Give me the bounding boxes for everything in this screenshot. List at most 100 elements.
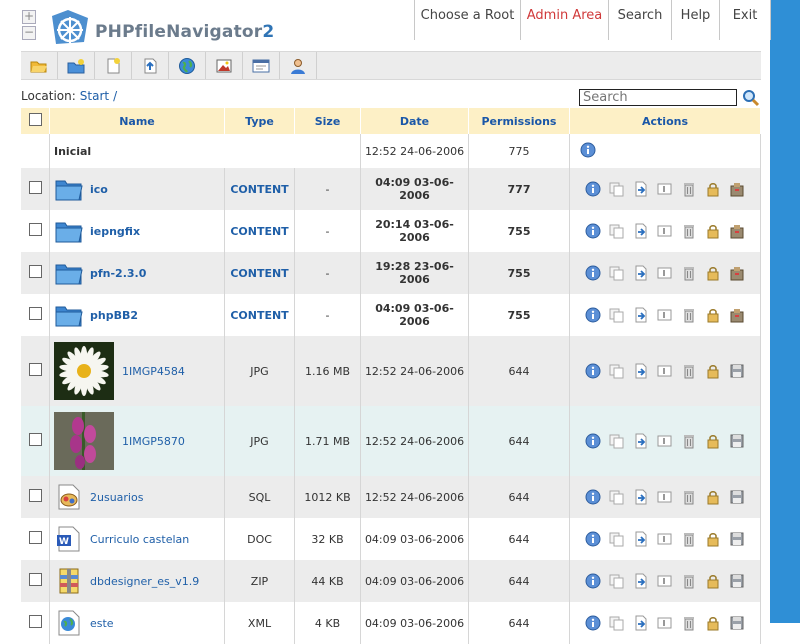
- move-icon[interactable]: [633, 615, 649, 631]
- info-icon[interactable]: [585, 531, 601, 547]
- row-checkbox[interactable]: [28, 223, 42, 236]
- table-row[interactable]: pfn-2.3.0 CONTENT -19:28 23-06-2006 755: [21, 252, 761, 294]
- rename-icon[interactable]: [657, 363, 673, 379]
- folder-icon[interactable]: [54, 175, 90, 203]
- save-icon[interactable]: [729, 531, 745, 547]
- lock-icon[interactable]: [705, 223, 721, 239]
- copy-icon[interactable]: [609, 531, 625, 547]
- file-permissions[interactable]: 755: [468, 294, 570, 336]
- file-name[interactable]: 2usuarios: [90, 491, 143, 504]
- info-icon[interactable]: [585, 363, 601, 379]
- info-icon[interactable]: [585, 181, 601, 197]
- delete-icon[interactable]: [681, 181, 697, 197]
- file-permissions[interactable]: 755: [468, 252, 570, 294]
- info-icon[interactable]: [585, 489, 601, 505]
- info-icon[interactable]: [585, 433, 601, 449]
- move-icon[interactable]: [633, 433, 649, 449]
- file-name[interactable]: Curriculo castelan: [90, 533, 189, 546]
- move-icon[interactable]: [633, 223, 649, 239]
- select-all-checkbox[interactable]: [28, 113, 42, 126]
- rename-icon[interactable]: [657, 223, 673, 239]
- compress-icon[interactable]: [729, 265, 745, 281]
- image-thumbnail[interactable]: [54, 342, 122, 400]
- delete-icon[interactable]: [681, 531, 697, 547]
- info-icon[interactable]: [585, 615, 601, 631]
- file-name[interactable]: dbdesigner_es_v1.9: [90, 575, 199, 588]
- rename-icon[interactable]: [657, 265, 673, 281]
- rename-icon[interactable]: [657, 433, 673, 449]
- file-name-cell[interactable]: pfn-2.3.0: [49, 252, 225, 294]
- table-row[interactable]: W Curriculo castelan DOC 32 KB 04:09 03-06-2…: [21, 518, 761, 560]
- zoom-in-button[interactable]: +: [22, 10, 36, 24]
- file-name-cell[interactable]: W Curriculo castelan: [49, 518, 225, 560]
- file-name-cell[interactable]: 1IMGP4584: [49, 336, 225, 406]
- nav-admin-area[interactable]: Admin Area: [520, 0, 608, 40]
- rename-icon[interactable]: [657, 307, 673, 323]
- table-row[interactable]: 2usuarios SQL 1012 KB 12:52 24-06-2006 644: [21, 476, 761, 518]
- sql-file-icon[interactable]: [54, 482, 90, 512]
- row-checkbox[interactable]: [28, 531, 42, 544]
- file-permissions[interactable]: 644: [468, 476, 570, 518]
- user-button[interactable]: [280, 52, 317, 79]
- header-type[interactable]: Type: [224, 108, 295, 134]
- row-checkbox[interactable]: [28, 363, 42, 376]
- row-checkbox[interactable]: [28, 265, 42, 278]
- file-name[interactable]: iepngfix: [90, 225, 140, 238]
- lock-icon[interactable]: [705, 433, 721, 449]
- move-icon[interactable]: [633, 363, 649, 379]
- move-icon[interactable]: [633, 489, 649, 505]
- table-row[interactable]: 1IMGP4584 JPG 1.16 MB 12:52 24-06-2006 644: [21, 336, 761, 406]
- zip-file-icon[interactable]: [54, 566, 90, 596]
- file-name[interactable]: pfn-2.3.0: [90, 267, 146, 280]
- file-permissions[interactable]: 777: [468, 168, 570, 210]
- table-row[interactable]: phpBB2 CONTENT -04:09 03-06-2006 755: [21, 294, 761, 336]
- copy-icon[interactable]: [609, 489, 625, 505]
- row-checkbox[interactable]: [28, 433, 42, 446]
- copy-icon[interactable]: [609, 265, 625, 281]
- file-permissions[interactable]: 644: [468, 560, 570, 602]
- file-name-cell[interactable]: dbdesigner_es_v1.9: [49, 560, 225, 602]
- table-row[interactable]: ico CONTENT -04:09 03-06-2006 777: [21, 168, 761, 210]
- search-input[interactable]: [579, 89, 737, 106]
- row-checkbox[interactable]: [28, 489, 42, 502]
- lock-icon[interactable]: [705, 573, 721, 589]
- file-name-cell[interactable]: phpBB2: [49, 294, 225, 336]
- file-name-cell[interactable]: iepngfix: [49, 210, 225, 252]
- folder-icon[interactable]: [54, 259, 90, 287]
- search-icon[interactable]: [742, 89, 760, 107]
- rename-icon[interactable]: [657, 573, 673, 589]
- header-select-all[interactable]: [21, 108, 50, 134]
- header-date[interactable]: Date: [360, 108, 469, 134]
- lock-icon[interactable]: [705, 265, 721, 281]
- xml-file-icon[interactable]: [54, 608, 90, 638]
- row-checkbox[interactable]: [28, 181, 42, 194]
- new-folder-button[interactable]: [58, 52, 95, 79]
- lock-icon[interactable]: [705, 531, 721, 547]
- file-name[interactable]: este: [90, 617, 114, 630]
- table-row[interactable]: iepngfix CONTENT -20:14 03-06-2006 755: [21, 210, 761, 252]
- web-button[interactable]: [169, 52, 206, 79]
- move-icon[interactable]: [633, 573, 649, 589]
- delete-icon[interactable]: [681, 433, 697, 449]
- parent-name[interactable]: Inicial: [49, 134, 361, 168]
- open-folder-button[interactable]: [21, 52, 58, 79]
- file-name-cell[interactable]: 2usuarios: [49, 476, 225, 518]
- info-icon[interactable]: [585, 573, 601, 589]
- row-checkbox[interactable]: [28, 307, 42, 320]
- move-icon[interactable]: [633, 265, 649, 281]
- nav-search[interactable]: Search: [608, 0, 671, 40]
- file-permissions[interactable]: 644: [468, 602, 570, 644]
- lock-icon[interactable]: [705, 181, 721, 197]
- nav-exit[interactable]: Exit: [719, 0, 771, 40]
- table-row[interactable]: este XML 4 KB 04:09 03-06-2006 644: [21, 602, 761, 644]
- copy-icon[interactable]: [609, 307, 625, 323]
- lock-icon[interactable]: [705, 615, 721, 631]
- row-checkbox[interactable]: [28, 615, 42, 628]
- file-name[interactable]: 1IMGP4584: [122, 365, 185, 378]
- new-file-button[interactable]: [95, 52, 132, 79]
- folder-icon[interactable]: [54, 301, 90, 329]
- info-icon[interactable]: [585, 223, 601, 239]
- copy-icon[interactable]: [609, 363, 625, 379]
- folder-icon[interactable]: [54, 217, 90, 245]
- compress-icon[interactable]: [729, 307, 745, 323]
